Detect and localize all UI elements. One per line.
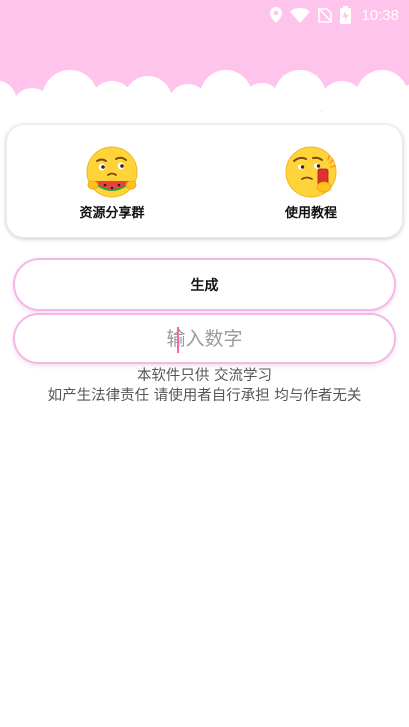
tutorial-label: 使用教程 bbox=[284, 206, 337, 221]
disclaimer-line-2: 如产生法律责任 请使用者自行承担 均与作者无关 bbox=[47, 388, 362, 404]
generate-button[interactable]: 生成 bbox=[13, 258, 396, 311]
disclaimer-line-1: 本软件只供 交流学习 bbox=[136, 368, 273, 384]
generate-button-label: 生成 bbox=[190, 277, 219, 294]
status-time: 10:38 bbox=[361, 6, 399, 24]
resource-share-group-label: 资源分享群 bbox=[79, 206, 145, 221]
wifi-icon bbox=[290, 7, 311, 23]
battery-charging-icon bbox=[340, 6, 352, 24]
no-sim-icon bbox=[318, 7, 333, 23]
tutorial-button[interactable]: 使用教程 bbox=[256, 145, 366, 225]
emoji-skeptical-phone-icon bbox=[285, 146, 337, 198]
resource-share-group-button[interactable]: 资源分享群 bbox=[57, 145, 167, 225]
number-input-container bbox=[13, 313, 396, 364]
number-input[interactable] bbox=[15, 315, 394, 362]
disclaimer: 本软件只供 交流学习 如产生法律责任 请使用者自行承担 均与作者无关 bbox=[0, 366, 409, 406]
status-bar: 10:38 bbox=[0, 0, 409, 30]
emoji-eating-watermelon-icon bbox=[86, 146, 138, 198]
text-caret bbox=[177, 327, 179, 353]
location-icon bbox=[270, 7, 283, 23]
feature-card: 资源分享群 使用教程 bbox=[6, 124, 403, 238]
